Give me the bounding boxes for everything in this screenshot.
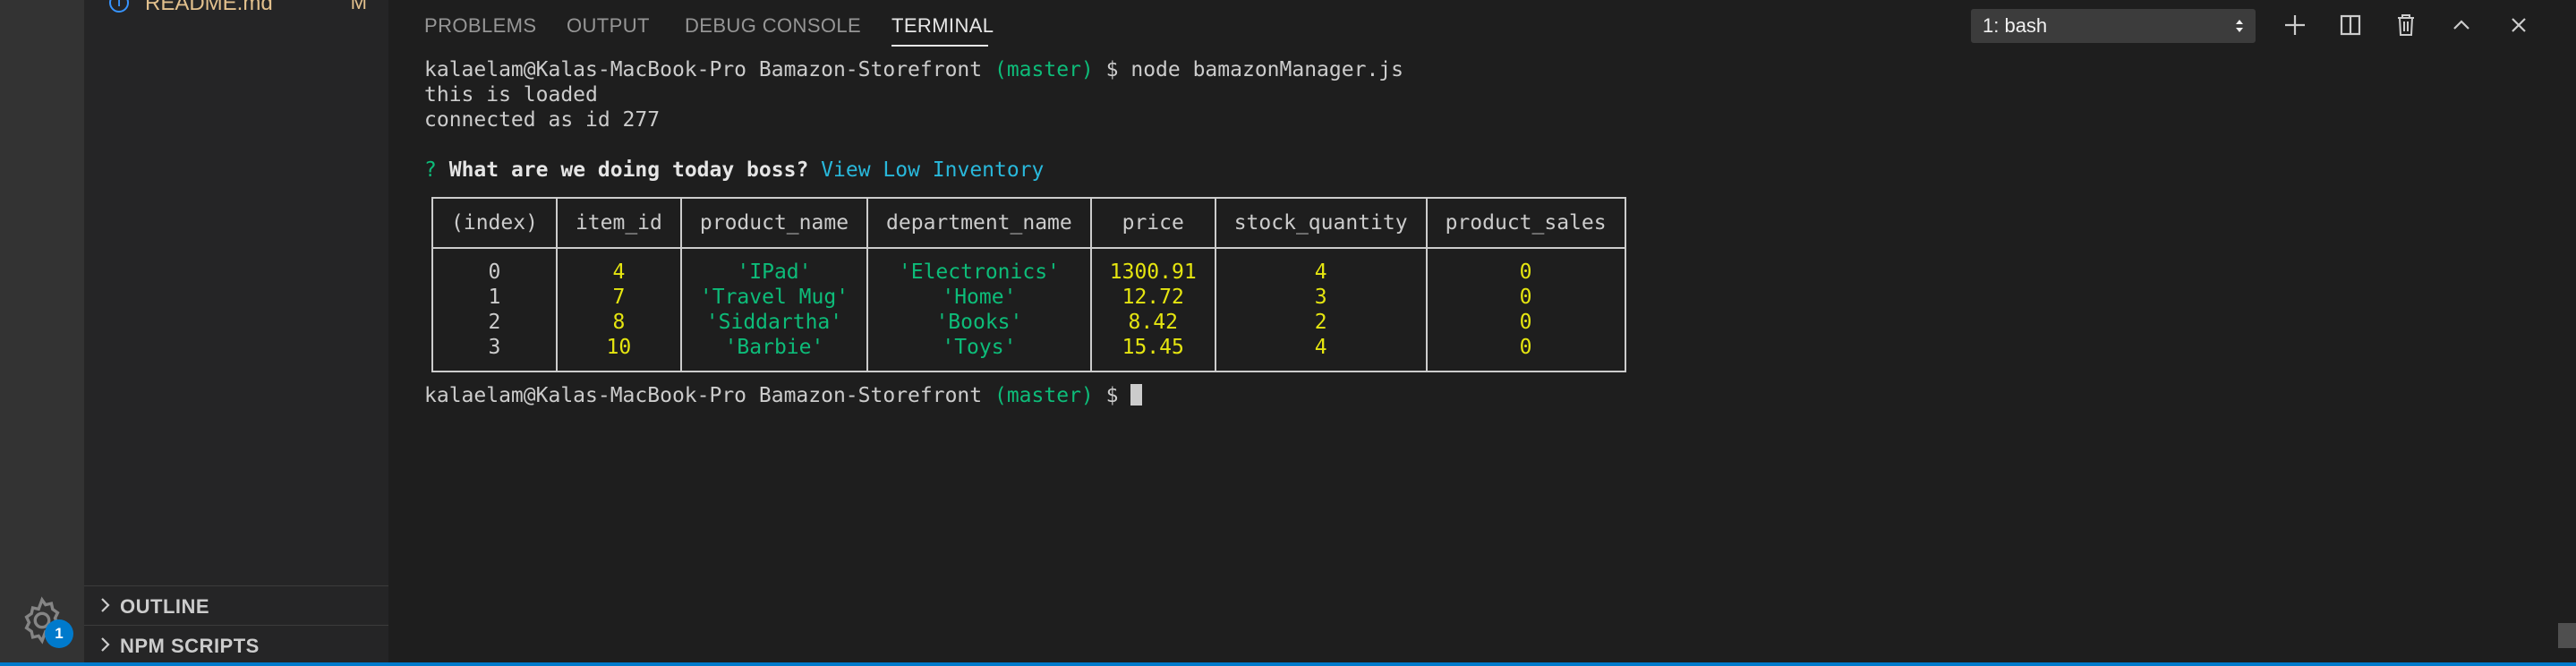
command: node bamazonManager.js [1130,58,1403,81]
terminal-select[interactable]: 1: bash [1971,9,2256,43]
cell-stock: 2 [1214,310,1428,335]
prompt-user: kalaelam@Kalas-MacBook-Pro Bamazon-Store… [424,384,983,407]
cell-sales: 0 [1425,310,1626,335]
select-arrow-icon [2236,20,2243,32]
close-icon[interactable] [2501,7,2537,43]
active-tab-indicator [891,45,988,47]
cell-sales: 0 [1425,285,1626,310]
column-header: stock_quantity [1214,198,1428,249]
column-header: product_name [679,198,869,249]
command-line: kalaelam@Kalas-MacBook-Pro Bamazon-Store… [424,57,1403,82]
column-header: product_sales [1425,198,1626,249]
question-text: What are we doing today boss? [448,158,809,182]
prompt-user: kalaelam@Kalas-MacBook-Pro Bamazon-Store… [424,58,983,81]
scrollbar-thumb[interactable] [2558,623,2576,648]
panel-tabs: PROBLEMS OUTPUT DEBUG CONSOLE TERMINAL 1… [388,0,2576,54]
notification-badge: 1 [45,619,73,648]
cell-index: 1 [431,285,558,310]
activity-bar: 1 [0,0,84,666]
column-header: (index) [431,198,558,249]
cell-department: 'Home' [866,285,1092,310]
file-name: README.md [145,0,273,15]
output-line: connected as id 277 [424,108,661,132]
trash-icon[interactable] [2388,7,2424,43]
cell-item-id: 8 [555,310,682,335]
cell-department: 'Toys' [866,335,1092,371]
table-row: 0 4 'IPad' 'Electronics' 1300.91 4 0 [431,248,1626,285]
terminal-output[interactable]: kalaelam@Kalas-MacBook-Pro Bamazon-Store… [424,57,2555,657]
split-icon[interactable] [2333,7,2368,43]
question-mark: ? [424,158,437,182]
answer-text: View Low Inventory [821,158,1045,182]
cell-stock: 3 [1214,285,1428,310]
chevron-right-icon [97,595,115,615]
cell-product-name: 'Siddartha' [679,310,869,335]
sidebar: i README.md M OUTLINE NPM SCRIPTS [84,0,388,666]
chevron-right-icon [97,635,115,654]
section-npm-scripts[interactable]: NPM SCRIPTS [84,625,388,664]
output-line: this is loaded [424,83,598,107]
cell-price: 1300.91 [1089,248,1216,285]
cell-price: 12.72 [1089,285,1216,310]
section-label: OUTLINE [120,595,210,618]
column-header: item_id [555,198,682,249]
table-header-row: (index) item_id product_name department_… [431,198,1626,249]
git-branch: (master) [994,58,1094,81]
terminal-cursor [1130,384,1143,406]
cell-product-name: 'Barbie' [679,335,869,371]
prompt-question-line: ? What are we doing today boss? View Low… [424,158,1044,183]
plus-icon[interactable] [2277,7,2313,43]
tab-terminal[interactable]: TERMINAL [891,14,994,38]
cell-price: 15.45 [1089,335,1216,371]
chevron-up-icon[interactable] [2444,7,2479,43]
panel: PROBLEMS OUTPUT DEBUG CONSOLE TERMINAL 1… [388,0,2576,662]
status-bar-edge [0,662,2576,666]
cell-stock: 4 [1214,335,1428,371]
cell-product-name: 'IPad' [679,248,869,285]
table-row: 1 7 'Travel Mug' 'Home' 12.72 3 0 [431,285,1626,310]
section-outline[interactable]: OUTLINE [84,585,388,625]
tab-debug-console[interactable]: DEBUG CONSOLE [685,14,861,38]
table-row: 3 10 'Barbie' 'Toys' 15.45 4 0 [431,335,1626,371]
cell-item-id: 7 [555,285,682,310]
tab-output[interactable]: OUTPUT [567,14,650,38]
table-row: 2 8 'Siddartha' 'Books' 8.42 2 0 [431,310,1626,335]
cell-product-name: 'Travel Mug' [679,285,869,310]
cell-index: 3 [431,335,558,371]
cell-index: 2 [431,310,558,335]
cell-department: 'Electronics' [866,248,1092,285]
cell-item-id: 10 [555,335,682,371]
prompt-line: kalaelam@Kalas-MacBook-Pro Bamazon-Store… [424,383,1143,408]
cell-index: 0 [431,248,558,285]
prompt-symbol: $ [1105,384,1119,407]
prompt-symbol: $ [1105,58,1119,81]
inventory-table: (index) item_id product_name department_… [431,197,1626,372]
git-status-badge: M [350,0,367,13]
column-header: price [1089,198,1216,249]
cell-item-id: 4 [555,248,682,285]
file-item-readme[interactable]: i README.md M [84,0,388,18]
cell-stock: 4 [1214,248,1428,285]
column-header: department_name [866,198,1092,249]
section-label: NPM SCRIPTS [120,635,260,657]
info-icon: i [109,0,129,13]
terminal-select-value: 1: bash [1983,14,2048,37]
cell-sales: 0 [1425,335,1626,371]
cell-price: 8.42 [1089,310,1216,335]
tab-problems[interactable]: PROBLEMS [424,14,536,38]
cell-department: 'Books' [866,310,1092,335]
cell-sales: 0 [1425,248,1626,285]
git-branch: (master) [994,384,1094,407]
